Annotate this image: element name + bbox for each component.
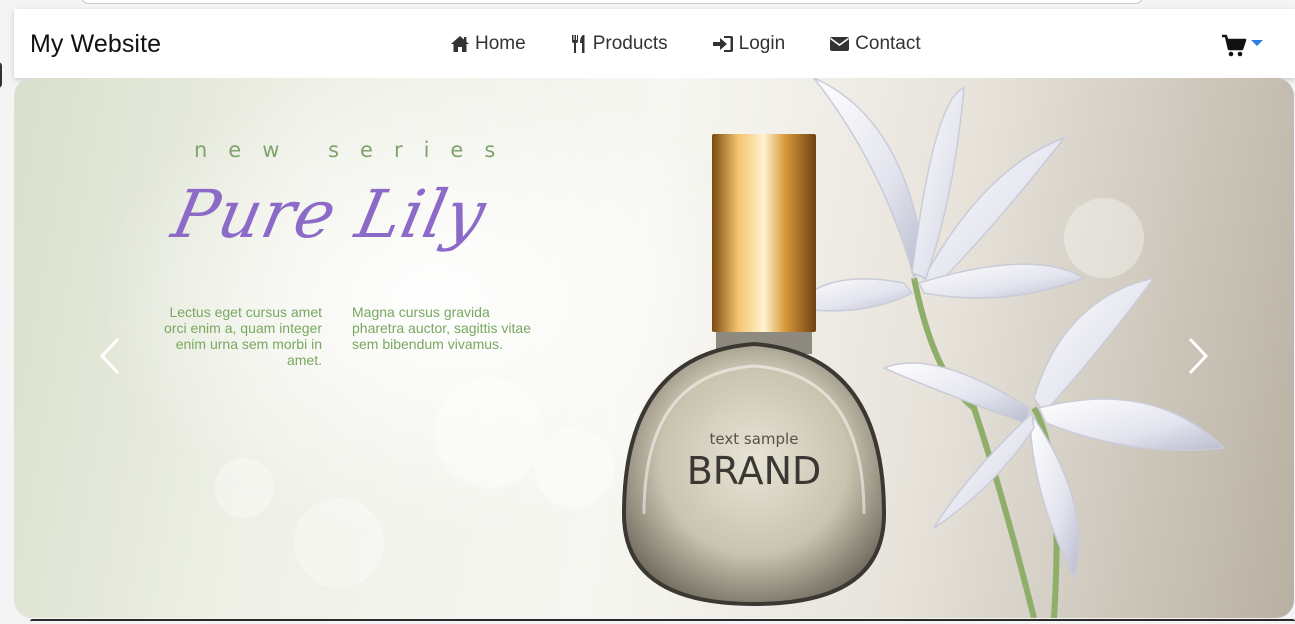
home-icon: [451, 36, 469, 52]
side-scroll-tab: [0, 62, 2, 88]
nav-links: Home Products Login Contact: [450, 33, 965, 55]
bokeh-light: [294, 498, 384, 588]
slide-eyebrow: new series: [194, 138, 517, 162]
browser-address-rim: [80, 0, 1144, 4]
nav-login-link[interactable]: Login: [712, 33, 786, 55]
nav-products-link[interactable]: Products: [570, 33, 668, 55]
nav-contact-label: Contact: [855, 33, 921, 54]
nav-products-label: Products: [592, 33, 668, 54]
slide-headline: Pure Lily: [165, 176, 494, 253]
carousel-prev-button[interactable]: [98, 336, 122, 381]
slide-text-left: Lectus eget cursus amet orci enim a, qua…: [164, 304, 322, 368]
slide-text-right: Magna cursus gravida pharetra auctor, sa…: [352, 304, 531, 352]
bottle-brand: BRAND: [687, 449, 822, 493]
chevron-left-icon: [99, 337, 120, 375]
cart-dropdown-toggle[interactable]: [1221, 34, 1263, 58]
carousel-next-button[interactable]: [1186, 336, 1210, 381]
bokeh-light: [434, 378, 544, 488]
site-brand[interactable]: My Website: [30, 30, 161, 59]
nav-login-label: Login: [738, 33, 786, 54]
perfume-bottle-image: text sample BRAND: [621, 134, 887, 607]
envelope-icon: [830, 37, 850, 51]
hero-carousel: new series Pure Lily Lectus eget cursus …: [14, 78, 1294, 618]
bokeh-light: [534, 428, 614, 508]
shopping-cart-icon: [1222, 34, 1247, 57]
cutlery-icon: [571, 35, 585, 53]
nav-contact-link[interactable]: Contact: [829, 33, 921, 55]
sign-in-icon: [712, 36, 733, 52]
nav-home-label: Home: [475, 33, 526, 54]
nav-home-link[interactable]: Home: [450, 33, 526, 55]
bottle-caption: text sample: [710, 430, 799, 448]
navbar: My Website Home Products Login Contact: [14, 9, 1295, 78]
chevron-right-icon: [1188, 337, 1209, 375]
bokeh-light: [214, 458, 274, 518]
chevron-down-icon: [1251, 40, 1263, 46]
